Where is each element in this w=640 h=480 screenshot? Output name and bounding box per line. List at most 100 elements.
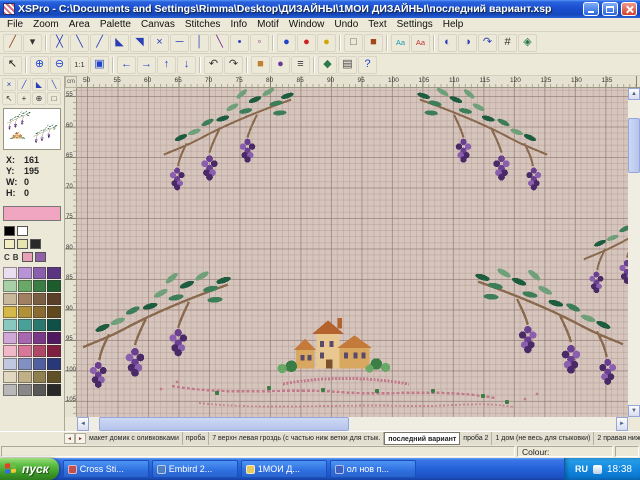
undo-button[interactable]: ↶ — [204, 56, 223, 74]
palette-editor[interactable]: ■ — [251, 56, 270, 74]
scroll-down-arrow-icon[interactable]: ▼ — [628, 405, 640, 417]
palette-swatch[interactable] — [18, 267, 32, 279]
task-button-1[interactable]: Embird 2... — [152, 460, 238, 478]
palette-swatch[interactable] — [3, 345, 17, 357]
scroll-left-arrow-icon[interactable]: ◄ — [77, 417, 89, 431]
menu-motif[interactable]: Motif — [252, 19, 284, 30]
menu-help[interactable]: Help — [438, 19, 469, 30]
language-indicator[interactable]: RU — [575, 464, 588, 474]
palette-swatch[interactable] — [18, 371, 32, 383]
tab-6[interactable]: 2 правая ниж гр. — [594, 432, 640, 445]
scroll-up-arrow-icon[interactable]: ▲ — [628, 88, 640, 100]
palette-swatch[interactable] — [33, 358, 47, 370]
close-button[interactable] — [621, 2, 637, 16]
tab-2[interactable]: 7 верхн левая гроздь (с частью ниж ветки… — [209, 432, 384, 445]
quarter-stitch[interactable]: ◣ — [110, 34, 129, 52]
backstitch-diagonal[interactable]: ╲ — [210, 34, 229, 52]
palette-swatch[interactable] — [17, 239, 28, 249]
task-button-3[interactable]: ол нов п... — [330, 460, 416, 478]
grid-toggle[interactable]: # — [498, 34, 517, 52]
menu-canvas[interactable]: Canvas — [136, 19, 180, 30]
zoom-out[interactable]: ⊖ — [50, 56, 69, 74]
palette-swatch[interactable] — [47, 293, 61, 305]
cursor-zoom[interactable]: ⊕ — [32, 92, 46, 105]
zoom-in[interactable]: ⊕ — [30, 56, 49, 74]
text-tool-teal[interactable]: Aa — [391, 34, 410, 52]
redo-button[interactable]: ↷ — [224, 56, 243, 74]
menu-info[interactable]: Info — [225, 19, 252, 30]
palette-swatch[interactable] — [47, 332, 61, 344]
palette-swatch[interactable] — [47, 267, 61, 279]
palette-swatch[interactable] — [18, 384, 32, 396]
three-quarter-stitch[interactable]: ◥ — [130, 34, 149, 52]
stitch-cursor-cross[interactable]: × — [2, 78, 16, 91]
palette-swatch[interactable] — [18, 319, 32, 331]
scroll-right-arrow-icon[interactable]: ► — [616, 417, 628, 431]
fill-tool[interactable]: ■ — [364, 34, 383, 52]
palette-swatch[interactable] — [22, 252, 33, 262]
zoom-fit[interactable]: ▣ — [90, 56, 109, 74]
cursor-erase[interactable]: □ — [47, 92, 61, 105]
text-tool-red[interactable]: Aa — [411, 34, 430, 52]
mirror-vertical[interactable]: ◑ — [458, 34, 477, 52]
half-stitch-back[interactable]: ╲ — [70, 34, 89, 52]
menu-stitches[interactable]: Stitches — [180, 19, 226, 30]
palette-swatch[interactable] — [33, 319, 47, 331]
petite-stitch[interactable]: × — [150, 34, 169, 52]
menu-settings[interactable]: Settings — [392, 19, 438, 30]
palette-swatch[interactable] — [18, 306, 32, 318]
cursor-move[interactable]: + — [17, 92, 31, 105]
palette-swatch[interactable] — [18, 358, 32, 370]
horizontal-scroll-track[interactable] — [89, 417, 616, 431]
mirror-horizontal[interactable]: ◐ — [438, 34, 457, 52]
selected-color-swatch[interactable] — [3, 206, 61, 221]
palette-swatch[interactable] — [3, 358, 17, 370]
palette-swatch[interactable] — [4, 226, 15, 236]
palette-swatch[interactable] — [47, 345, 61, 357]
color-picker[interactable]: ● — [271, 56, 290, 74]
menu-area[interactable]: Area — [64, 19, 95, 30]
horizontal-scrollbar[interactable]: ◄ ► — [77, 417, 628, 431]
tab-5[interactable]: 1 дом (не весь для стыковки) — [492, 432, 594, 445]
french-knot[interactable]: • — [230, 34, 249, 52]
design-canvas[interactable] — [77, 88, 628, 417]
tray-icon[interactable] — [593, 465, 602, 474]
tab-3[interactable]: последний вариант — [384, 432, 460, 445]
palette-swatch[interactable] — [3, 293, 17, 305]
color-dot-blue[interactable]: ● — [277, 34, 296, 52]
backstitch-horizontal[interactable]: ─ — [170, 34, 189, 52]
vertical-scroll-track[interactable] — [628, 100, 640, 405]
palette-swatch[interactable] — [35, 252, 46, 262]
stitch-cursor-back[interactable]: ╲ — [47, 78, 61, 91]
palette-swatch[interactable] — [3, 371, 17, 383]
menu-undo[interactable]: Undo — [329, 19, 363, 30]
palette-b-label[interactable]: B — [13, 253, 19, 262]
palette-swatch[interactable] — [4, 239, 15, 249]
cursor-select[interactable]: ↖ — [2, 92, 16, 105]
tab-scroll-left-icon[interactable]: ◄ — [64, 433, 75, 444]
palette-swatch[interactable] — [3, 306, 17, 318]
palette-swatch[interactable] — [33, 371, 47, 383]
menu-text[interactable]: Text — [363, 19, 391, 30]
tool-dropdown-arrow[interactable]: ▾ — [23, 34, 42, 52]
palette-swatch[interactable] — [33, 267, 47, 279]
palette-swatch[interactable] — [17, 226, 28, 236]
select-arrow[interactable]: ↖ — [3, 56, 22, 74]
scroll-left-tool[interactable]: ← — [117, 56, 136, 74]
maximize-button[interactable] — [602, 2, 618, 16]
palette-swatch[interactable] — [33, 293, 47, 305]
palette-swatch[interactable] — [47, 306, 61, 318]
scroll-down-tool[interactable]: ↓ — [177, 56, 196, 74]
task-button-2[interactable]: 1МОИ Д... — [241, 460, 327, 478]
stitch-cursor-half[interactable]: ╱ — [17, 78, 31, 91]
pencil-tool[interactable]: ╱ — [3, 34, 22, 52]
full-cross-stitch[interactable]: ╳ — [50, 34, 69, 52]
tab-1[interactable]: проба — [183, 432, 209, 445]
palette-swatch[interactable] — [33, 345, 47, 357]
bead-tool[interactable]: ◦ — [250, 34, 269, 52]
menu-palette[interactable]: Palette — [95, 19, 136, 30]
palette-swatch[interactable] — [3, 280, 17, 292]
palette-swatch[interactable] — [18, 345, 32, 357]
tab-scroll-right-icon[interactable]: ► — [75, 433, 86, 444]
palette-c-label[interactable]: C — [4, 253, 10, 262]
